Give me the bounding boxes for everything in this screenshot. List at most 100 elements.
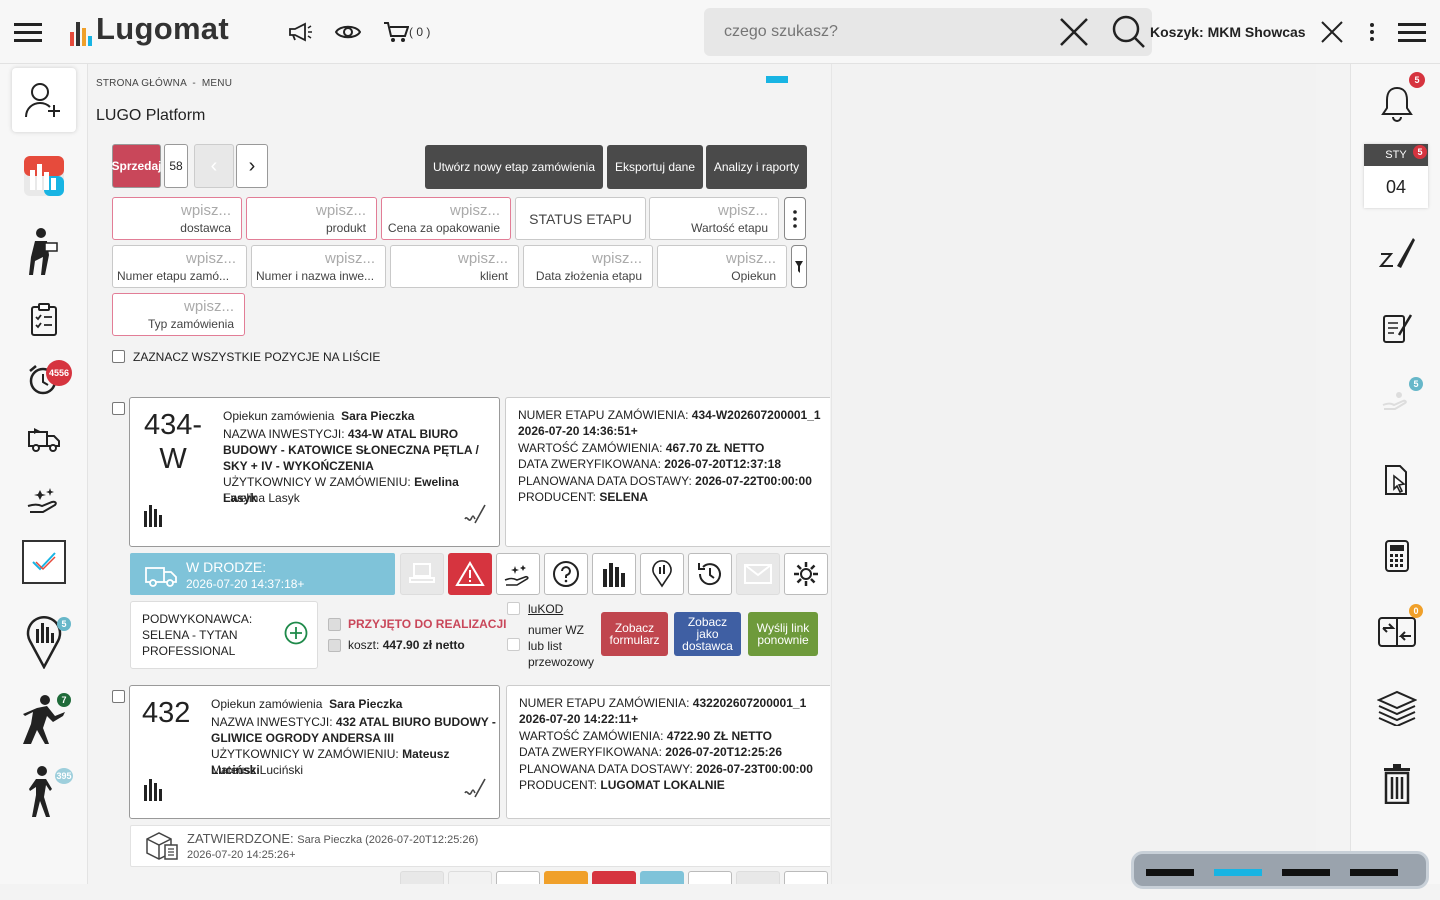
filter-supervisor[interactable]: wpisz... Opiekun — [657, 245, 787, 288]
order-details-card: NUMER ETAPU ZAMÓWIENIA: 432202607200001_… — [506, 685, 830, 819]
document-edit-icon[interactable] — [1367, 300, 1427, 356]
status-title: W DRODZE: — [186, 559, 267, 575]
sell-button[interactable]: Sprzedaj — [112, 144, 162, 188]
help-icon[interactable] — [544, 871, 588, 884]
order-card[interactable]: 432 Opiekun zamówienia Sara Pieczka NAZW… — [129, 685, 500, 819]
add-circle-icon[interactable] — [283, 620, 309, 646]
page-scroll-indicator[interactable] — [1131, 851, 1429, 889]
status-title: ZATWIERDZONE: — [187, 831, 294, 846]
prev-page-button[interactable]: ‹ — [194, 144, 234, 188]
delivery-date: 2026-07-22T00:00:00 — [695, 474, 812, 488]
accepted-checkbox[interactable] — [328, 618, 341, 631]
view-as-supplier-button[interactable]: Zobacz jako dostawca — [674, 612, 741, 656]
create-stage-button[interactable]: Utwórz nowy etap zamówienia — [425, 145, 603, 189]
helping-hand-icon[interactable] — [16, 472, 72, 528]
scroll-segment[interactable] — [1282, 869, 1330, 876]
resend-link-button[interactable]: Wyślij link ponownie — [748, 612, 818, 656]
filter-client[interactable]: wpisz... klient — [390, 245, 519, 288]
select-all-checkbox[interactable] — [112, 350, 125, 363]
pallet-icon[interactable] — [400, 871, 444, 884]
order-checkbox[interactable] — [112, 402, 125, 415]
delivery-truck-icon[interactable] — [16, 412, 72, 468]
status-in-transit[interactable]: W DRODZE: 2026-07-20 14:37:18+ — [130, 553, 395, 595]
add-user-icon[interactable] — [12, 68, 76, 132]
search-input[interactable] — [724, 20, 1024, 44]
signature-icon[interactable] — [462, 776, 488, 802]
megaphone-icon[interactable] — [286, 20, 314, 44]
cart-label[interactable]: Koszyk: MKM Showcase — [1150, 24, 1306, 40]
history-icon[interactable] — [688, 553, 732, 595]
trash-icon[interactable] — [1367, 756, 1427, 812]
mail-icon[interactable] — [736, 871, 780, 884]
lugomat-logo[interactable]: Lugomat — [70, 12, 229, 46]
close-cart-icon[interactable] — [1320, 20, 1344, 44]
filter-stage-value[interactable]: wpisz... Wartość etapu — [649, 197, 779, 240]
filter-stage-date[interactable]: wpisz... Data złożenia etapu — [523, 245, 653, 288]
supervisor-label: Opiekun zamówienia — [211, 697, 323, 711]
search-icon[interactable] — [1110, 14, 1146, 50]
filter-more-icon[interactable] — [784, 197, 806, 240]
export-button[interactable]: Eksportuj dane — [607, 145, 703, 189]
analyses-button[interactable]: Analizy i raporty — [706, 145, 807, 189]
filter-stage-status[interactable]: STATUS ETAPU — [515, 197, 646, 240]
warning-icon[interactable] — [448, 553, 492, 595]
upload-icon[interactable] — [448, 871, 492, 884]
order-card[interactable]: 434- W Opiekun zamówienia Sara Pieczka N… — [129, 397, 500, 547]
clear-search-icon[interactable] — [1058, 16, 1090, 48]
sign-pen-icon[interactable] — [1367, 224, 1427, 280]
settings-gear-icon[interactable] — [784, 871, 828, 884]
filter-funnel-icon[interactable] — [791, 245, 807, 288]
breadcrumb-home[interactable]: STRONA GŁÓWNA — [96, 78, 186, 89]
scroll-segment[interactable] — [1350, 869, 1398, 876]
more-vertical-icon[interactable] — [1364, 20, 1380, 44]
cost-value: 447.90 zł netto — [382, 638, 465, 652]
hand-stars-icon[interactable] — [496, 871, 540, 884]
document-pointer-icon[interactable] — [1367, 452, 1427, 508]
scroll-segment-active[interactable] — [1214, 869, 1262, 876]
order-checkbox[interactable] — [112, 690, 125, 703]
main-menu-icon[interactable] — [1398, 20, 1426, 44]
eye-icon[interactable] — [334, 20, 362, 44]
tasks-checkbox-icon[interactable] — [22, 540, 66, 584]
view-form-button[interactable]: Zobacz formularz — [601, 612, 668, 656]
stack-layers-icon[interactable] — [1367, 680, 1427, 736]
order-number: 432 — [142, 697, 191, 729]
statistics-icon[interactable] — [592, 553, 636, 595]
reading-person-icon[interactable] — [16, 224, 72, 280]
clipboard-checklist-icon[interactable] — [16, 292, 72, 348]
right-sidebar: 5 STY 04 5 5 0 — [1350, 64, 1440, 884]
analytics-app-icon[interactable] — [16, 148, 72, 204]
pallet-icon[interactable] — [400, 553, 444, 595]
hamburger-menu-icon[interactable] — [14, 20, 42, 44]
chart-bars-icon[interactable] — [142, 776, 166, 802]
signature-icon[interactable] — [462, 502, 488, 528]
filter-package-price[interactable]: wpisz... Cena za opakowanie — [381, 197, 511, 240]
cost-checkbox[interactable] — [328, 639, 341, 652]
filter-order-type[interactable]: wpisz... Typ zamówienia — [112, 293, 245, 336]
lukod-link[interactable]: luKOD — [528, 602, 563, 616]
producer-label: PRODUCENT: — [518, 490, 597, 504]
location-pin-icon[interactable] — [640, 553, 684, 595]
calculator-icon[interactable] — [1367, 528, 1427, 584]
mail-icon[interactable] — [736, 553, 780, 595]
scroll-segment[interactable] — [1146, 869, 1194, 876]
settings-gear-icon[interactable] — [784, 553, 828, 595]
lukod-checkbox[interactable] — [507, 602, 520, 615]
filter-product[interactable]: wpisz... produkt — [246, 197, 377, 240]
filter-stage-number[interactable]: wpisz... Numer etapu zamó... — [112, 245, 247, 288]
help-icon[interactable] — [544, 553, 588, 595]
filter-investment[interactable]: wpisz... Numer i nazwa inwe... — [251, 245, 386, 288]
loading-indicator — [766, 76, 788, 83]
chart-bars-icon[interactable] — [142, 502, 166, 528]
location-pin-icon[interactable] — [640, 871, 684, 884]
delivery-label: PLANOWANA DATA DOSTAWY: — [519, 762, 693, 776]
history-icon[interactable] — [688, 871, 732, 884]
status-approved[interactable]: ZATWIERDZONE: Sara Pieczka (2026-07-20T1… — [130, 825, 830, 867]
next-page-button[interactable]: › — [236, 144, 268, 188]
filter-label: Opiekun — [731, 269, 776, 283]
wz-checkbox[interactable] — [507, 638, 520, 651]
filter-supplier[interactable]: wpisz... dostawca — [112, 197, 242, 240]
hand-stars-icon[interactable] — [496, 553, 540, 595]
cart-icon[interactable] — [383, 20, 409, 44]
statistics-icon[interactable] — [592, 871, 636, 884]
